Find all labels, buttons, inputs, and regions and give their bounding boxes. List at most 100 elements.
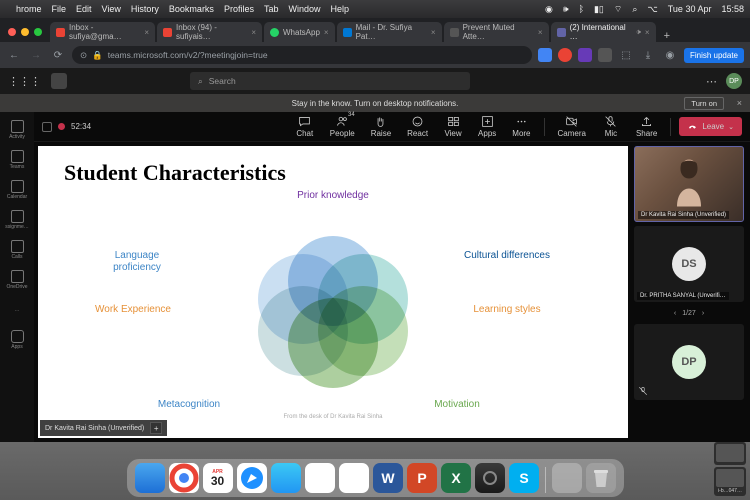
downloads-stack-icon[interactable]: [552, 463, 582, 493]
control-center-icon[interactable]: ⌥: [647, 4, 657, 15]
back-button[interactable]: ←: [6, 47, 22, 63]
site-info-icon[interactable]: ⊙: [80, 50, 87, 61]
desktop-file[interactable]: [714, 442, 746, 465]
reload-button[interactable]: ⟳: [50, 47, 66, 63]
app-launcher-icon[interactable]: ⋮⋮⋮: [8, 75, 41, 88]
dismiss-notification-icon[interactable]: ×: [737, 98, 742, 108]
react-button[interactable]: React: [402, 115, 433, 138]
menu-help[interactable]: Help: [330, 4, 349, 14]
menubar-date[interactable]: Tue 30 Apr: [668, 4, 712, 14]
chat-button[interactable]: Chat: [291, 115, 319, 138]
participant-tile[interactable]: DP: [634, 324, 744, 400]
browser-tab[interactable]: Prevent Muted Atte…×: [444, 22, 549, 42]
participant-tile[interactable]: DS Dr. PRITHA SANYAL (Unverifi…: [634, 226, 744, 302]
close-tab-icon[interactable]: ×: [144, 28, 149, 37]
word-icon[interactable]: W: [373, 463, 403, 493]
powerpoint-icon[interactable]: P: [407, 463, 437, 493]
trash-icon[interactable]: [586, 463, 616, 493]
close-tab-icon[interactable]: ×: [324, 28, 329, 37]
safari-icon[interactable]: [237, 463, 267, 493]
rail-calendar[interactable]: Calendar: [2, 176, 32, 204]
address-bar[interactable]: ⊙ 🔒 teams.microsoft.com/v2/?meetingjoin=…: [72, 46, 532, 64]
settings-icon[interactable]: [475, 463, 505, 493]
menu-file[interactable]: File: [52, 4, 67, 14]
prev-page-icon[interactable]: ‹: [674, 310, 676, 317]
rail-activity[interactable]: Activity: [2, 116, 32, 144]
browser-tab[interactable]: WhatsApp×: [264, 22, 335, 42]
close-window-button[interactable]: [8, 28, 16, 36]
menu-profiles[interactable]: Profiles: [224, 4, 254, 14]
finder-icon[interactable]: [135, 463, 165, 493]
close-tab-icon[interactable]: ×: [251, 28, 256, 37]
desktop-area: APR30 W P X S i-b…047…: [0, 442, 750, 500]
close-tab-icon[interactable]: ×: [538, 28, 543, 37]
menu-tab[interactable]: Tab: [264, 4, 279, 14]
apps-button[interactable]: Apps: [473, 115, 501, 138]
camera-button[interactable]: Camera: [553, 115, 591, 138]
view-button[interactable]: View: [439, 115, 467, 138]
share-button[interactable]: Share: [631, 115, 662, 138]
browser-tab-active[interactable]: (2) International …🕩×: [551, 22, 656, 42]
menu-view[interactable]: View: [102, 4, 121, 14]
spotlight-icon[interactable]: ⌕: [632, 4, 637, 15]
minimize-window-button[interactable]: [21, 28, 29, 36]
photos-icon[interactable]: [305, 463, 335, 493]
camera-status-icon[interactable]: ◉: [545, 4, 553, 15]
leave-button[interactable]: Leave ⌄: [679, 117, 742, 136]
mail-icon[interactable]: [271, 463, 301, 493]
battery-icon[interactable]: ▮▯: [594, 4, 604, 15]
extension-icon[interactable]: [598, 48, 612, 62]
menu-window[interactable]: Window: [288, 4, 320, 14]
skype-icon[interactable]: S: [509, 463, 539, 493]
extension-icon[interactable]: [538, 48, 552, 62]
bluetooth-icon[interactable]: ᛒ: [579, 4, 584, 14]
rail-assignments[interactable]: ssignme…: [2, 206, 32, 234]
close-tab-icon[interactable]: ×: [645, 28, 650, 37]
finish-update-button[interactable]: Finish update: [684, 48, 744, 63]
profile-button[interactable]: ◉: [662, 47, 678, 63]
participant-tile-speaker[interactable]: Dr Kavita Rai Sinha (Unverified): [634, 146, 744, 222]
new-tab-button[interactable]: +: [658, 30, 676, 42]
volume-icon[interactable]: 🕪: [563, 4, 569, 15]
browser-tab[interactable]: Inbox - sufiya@gma…×: [50, 22, 155, 42]
downloads-button[interactable]: ⤓: [640, 47, 656, 63]
desktop-file[interactable]: i-b…047…: [714, 467, 746, 496]
encryption-icon[interactable]: [42, 122, 52, 132]
more-button[interactable]: More: [507, 115, 535, 138]
close-tab-icon[interactable]: ×: [431, 28, 436, 37]
excel-icon[interactable]: X: [441, 463, 471, 493]
menu-bookmarks[interactable]: Bookmarks: [169, 4, 214, 14]
extensions-button[interactable]: ⬚: [618, 47, 634, 63]
mic-button[interactable]: Mic: [597, 115, 625, 138]
browser-tab[interactable]: Inbox (94) - sufiyais…×: [157, 22, 262, 42]
rail-onedrive[interactable]: OneDrive: [2, 266, 32, 294]
rail-calls[interactable]: Calls: [2, 236, 32, 264]
turn-on-button[interactable]: Turn on: [684, 97, 724, 110]
user-avatar[interactable]: DP: [726, 73, 742, 89]
rail-more[interactable]: …: [2, 296, 32, 324]
audio-icon[interactable]: 🕩: [636, 27, 641, 37]
wifi-icon[interactable]: ⌔: [614, 4, 622, 15]
forward-button[interactable]: →: [28, 47, 44, 63]
extension-icon[interactable]: [578, 48, 592, 62]
teams-logo-icon[interactable]: [51, 73, 67, 89]
more-options-icon[interactable]: ⋯: [706, 75, 718, 88]
chevron-down-icon[interactable]: ⌄: [728, 123, 734, 131]
add-participant-button[interactable]: +: [150, 422, 162, 434]
browser-tab[interactable]: Mail - Dr. Sufiya Pat…×: [337, 22, 442, 42]
app-name[interactable]: hrome: [16, 4, 42, 14]
people-button[interactable]: 34People: [325, 115, 360, 138]
menu-edit[interactable]: Edit: [76, 4, 92, 14]
rail-apps[interactable]: Apps: [2, 326, 32, 354]
rail-teams[interactable]: Teams: [2, 146, 32, 174]
teams-search-input[interactable]: ⌕ Search: [190, 72, 470, 90]
menu-history[interactable]: History: [131, 4, 159, 14]
menubar-time[interactable]: 15:58: [721, 4, 744, 14]
chrome-icon[interactable]: [169, 463, 199, 493]
extension-icon[interactable]: [558, 48, 572, 62]
calendar-icon[interactable]: APR30: [203, 463, 233, 493]
fullscreen-window-button[interactable]: [34, 28, 42, 36]
next-page-icon[interactable]: ›: [702, 310, 704, 317]
zoom-icon[interactable]: [339, 463, 369, 493]
raise-hand-button[interactable]: Raise: [366, 115, 396, 138]
